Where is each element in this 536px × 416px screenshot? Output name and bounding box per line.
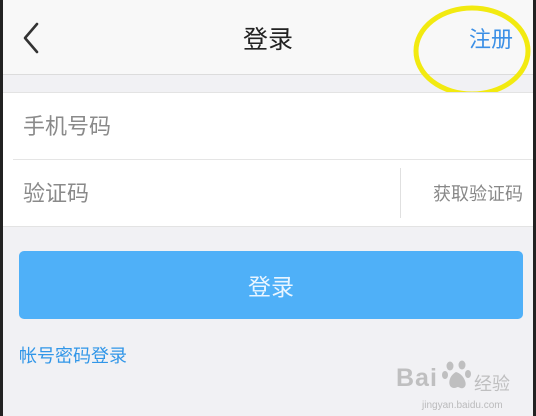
watermark-url: jingyan.baidu.com	[422, 400, 503, 411]
verification-code-input[interactable]	[21, 174, 385, 214]
watermark-brand: Bai	[396, 364, 438, 392]
chevron-left-icon	[23, 22, 39, 54]
password-login-link[interactable]: 帐号密码登录	[19, 342, 127, 368]
watermark-brand-tail: 经验	[474, 374, 510, 395]
baidu-jingyan-watermark: Bai 经验 jingyan.baidu.com	[396, 356, 536, 416]
back-button[interactable]	[17, 18, 51, 58]
register-button[interactable]: 注册	[469, 22, 513, 54]
login-form: 获取验证码	[3, 92, 533, 227]
navigation-bar: 登录 注册	[3, 0, 533, 75]
paw-icon	[442, 360, 471, 389]
phone-input[interactable]	[21, 107, 505, 147]
login-button[interactable]: 登录	[19, 251, 523, 319]
code-row: 获取验证码	[13, 160, 533, 226]
phone-row	[13, 93, 533, 160]
get-code-button[interactable]: 获取验证码	[433, 180, 523, 206]
page-title: 登录	[242, 25, 293, 54]
divider	[400, 168, 401, 218]
